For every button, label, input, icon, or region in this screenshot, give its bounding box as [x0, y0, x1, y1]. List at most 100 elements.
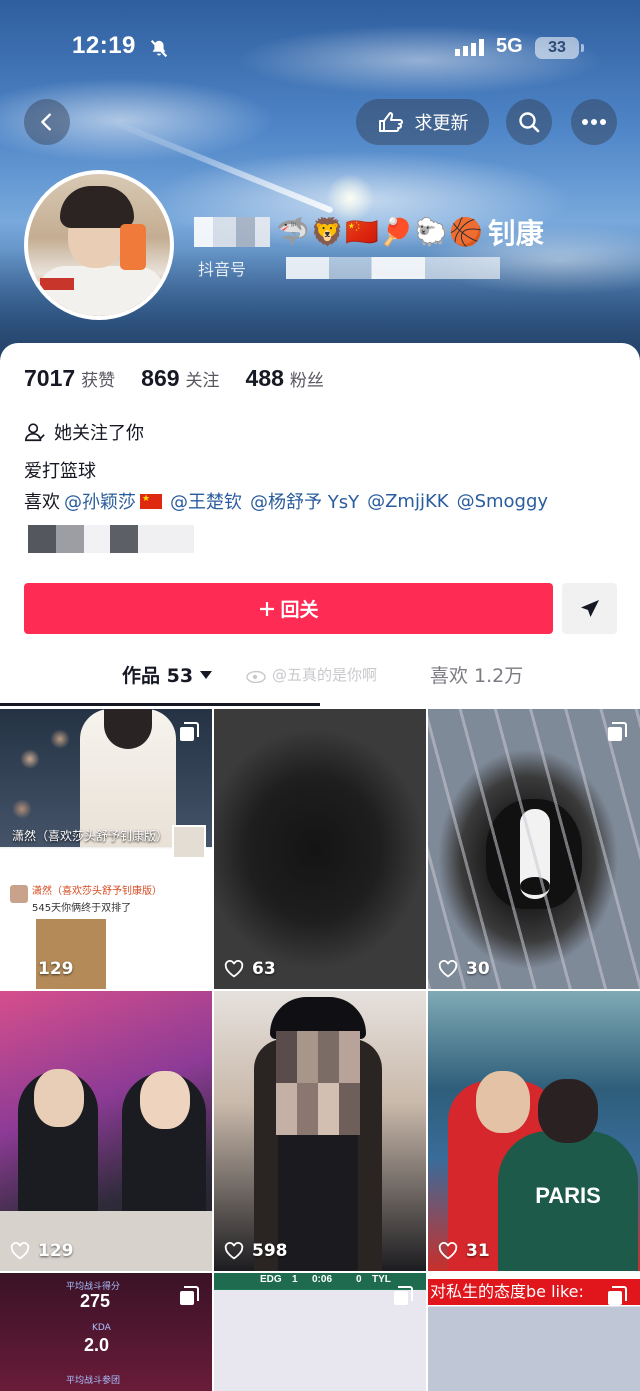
likes-prefix: 喜欢 — [24, 492, 60, 513]
censored-info — [28, 525, 194, 553]
status-bar: 12:19 5G 33 — [0, 30, 640, 66]
censored-name — [194, 217, 270, 247]
follow-back-button[interactable]: 回关 — [24, 583, 553, 634]
heart-icon — [224, 960, 244, 978]
caret-down-icon — [200, 670, 213, 679]
back-button[interactable] — [24, 99, 70, 145]
video-tile[interactable]: 潇然（喜欢莎头舒予钊康版） 潇然（喜欢莎头舒予钊康版） 545天你俩终于双排了 … — [0, 709, 212, 989]
request-update-button[interactable]: 求更新 — [356, 99, 489, 145]
multi-image-icon — [180, 722, 199, 741]
tab-liked-label: 喜欢 1.2万 — [430, 665, 524, 687]
heart-icon — [10, 960, 30, 978]
video-tile[interactable]: PARIS 31 — [428, 991, 640, 1271]
video-likes: 598 — [224, 1241, 288, 1261]
video-tile[interactable]: EDG 1 0:06 0 TYL — [214, 1273, 426, 1391]
tab-liked[interactable]: 喜欢 1.2万 — [430, 661, 523, 688]
multi-image-icon — [608, 1286, 627, 1305]
tab-works-label: 作品 53 — [122, 665, 194, 687]
follows-you-row: 她关注了你 — [24, 419, 144, 445]
video-likes: 31 — [438, 1241, 490, 1261]
like-count: 129 — [38, 959, 74, 979]
censored-id — [286, 257, 501, 279]
battery-icon: 33 — [535, 37, 584, 59]
stat-label: KDA — [92, 1323, 111, 1333]
video-likes: 63 — [224, 959, 276, 979]
heart-icon — [438, 960, 458, 978]
profile-avatar[interactable] — [24, 170, 174, 320]
search-icon — [519, 112, 540, 133]
like-count: 598 — [252, 1241, 288, 1261]
stat-label: 平均战斗参团 — [66, 1376, 121, 1386]
china-flag-icon — [140, 493, 162, 509]
mention-link[interactable]: @孙颖莎 — [64, 488, 136, 514]
name-emojis: 🦈🦁🇨🇳🏓🐑🏀 — [276, 217, 484, 248]
jersey-text: PARIS — [498, 1079, 638, 1271]
stat-label: 粉丝 — [289, 371, 324, 391]
douyin-id-row: 抖音号 — [198, 256, 501, 280]
video-likes: 129 — [10, 959, 74, 979]
mention-link[interactable]: @杨舒予 YsY — [250, 488, 359, 514]
weibo-watermark: @五真的是你啊 — [246, 664, 377, 685]
tab-indicator — [0, 703, 320, 706]
hand-point-icon — [378, 112, 403, 132]
search-button[interactable] — [506, 99, 552, 145]
post-user: 潇然（喜欢莎头舒予钊康版） — [32, 886, 162, 897]
stat-followers[interactable]: 488 粉丝 — [246, 365, 324, 392]
chevron-left-icon — [41, 113, 51, 131]
watermark-text: @五真的是你啊 — [272, 666, 378, 684]
more-options-button[interactable] — [571, 99, 617, 145]
follows-you-text: 她关注了你 — [54, 423, 144, 444]
video-tile[interactable]: 30 — [428, 709, 640, 989]
mention-link[interactable]: @王楚钦 — [170, 488, 242, 514]
profile-card: 7017 获赞 869 关注 488 粉丝 她关注了你 爱打篮球 喜欢 @孙颖莎… — [0, 343, 640, 1391]
likes-row: 喜欢 @孙颖莎 @王楚钦 @杨舒予 YsY @ZmjjKK @Smoggy — [24, 488, 548, 514]
mention-link[interactable]: @ZmjjKK — [367, 491, 448, 512]
send-icon — [580, 599, 599, 617]
video-tile[interactable]: 63 — [214, 709, 426, 989]
signal-icon — [455, 39, 484, 56]
video-likes: 129 — [10, 1241, 74, 1261]
stat-value: 275 — [80, 1291, 111, 1311]
stat-label: 获赞 — [81, 371, 116, 391]
multi-image-icon — [180, 1286, 199, 1305]
send-message-button[interactable] — [562, 583, 617, 634]
user-follow-icon — [25, 423, 45, 442]
post-text: 545天你俩终于双排了 — [32, 903, 132, 914]
status-time: 12:19 — [72, 32, 136, 59]
stat-value: 869 — [141, 365, 180, 391]
weibo-icon — [246, 670, 266, 683]
video-likes: 30 — [438, 959, 490, 979]
profile-tabs: 作品 53 @五真的是你啊 喜欢 1.2万 — [0, 661, 640, 706]
video-tile[interactable]: 129 — [0, 991, 212, 1271]
heart-icon — [10, 1242, 30, 1260]
stat-following[interactable]: 869 关注 — [141, 365, 219, 392]
request-update-label: 求更新 — [414, 113, 469, 134]
stat-value: 7017 — [24, 365, 76, 391]
video-tile[interactable]: 平均战斗得分 275 KDA 2.0 平均战斗参团 — [0, 1273, 212, 1391]
video-tile[interactable]: 对私生的态度be like: — [428, 1273, 640, 1391]
tab-works[interactable]: 作品 53 — [122, 661, 213, 688]
heart-icon — [224, 1242, 244, 1260]
like-count: 129 — [38, 1241, 74, 1261]
game-stat-panel: 平均战斗得分 275 KDA 2.0 平均战斗参团 — [0, 1273, 120, 1391]
heart-icon — [438, 1242, 458, 1260]
more-dots-icon — [582, 119, 606, 125]
video-caption: 潇然（喜欢莎头舒予钊康版） — [12, 829, 169, 843]
douyin-id-label: 抖音号 — [198, 260, 247, 279]
like-count: 30 — [466, 959, 490, 979]
video-tile[interactable]: 598 — [214, 991, 426, 1271]
plus-icon — [260, 601, 275, 616]
bio-text: 爱打篮球 — [24, 461, 96, 482]
stat-value: 488 — [245, 365, 284, 391]
stat-likes[interactable]: 7017 获赞 — [24, 365, 115, 392]
stat-label: 关注 — [185, 371, 220, 391]
profile-name-row: 🦈🦁🇨🇳🏓🐑🏀 钊康 — [194, 210, 544, 254]
like-count: 31 — [466, 1241, 490, 1261]
multi-image-icon — [394, 1286, 413, 1305]
profile-stats: 7017 获赞 869 关注 488 粉丝 — [24, 365, 324, 392]
network-label: 5G — [496, 35, 523, 57]
multi-image-icon — [608, 722, 627, 741]
mention-link[interactable]: @Smoggy — [457, 491, 548, 512]
like-count: 63 — [252, 959, 276, 979]
stat-value: 2.0 — [84, 1335, 110, 1355]
